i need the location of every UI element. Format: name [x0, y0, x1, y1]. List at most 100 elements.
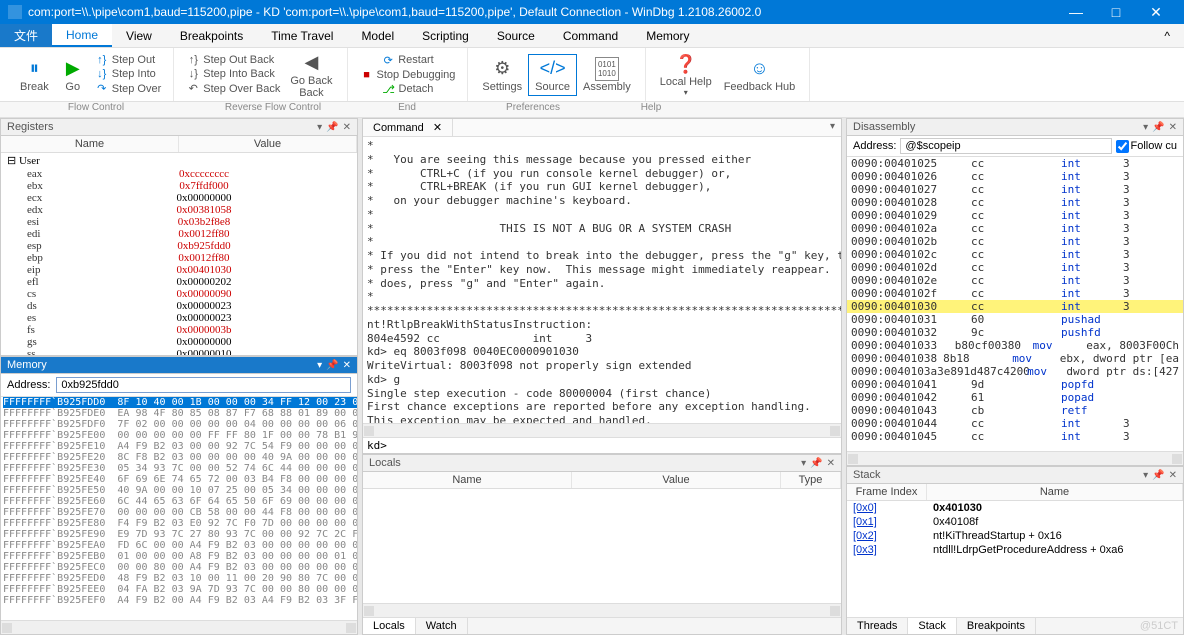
stack-row[interactable]: [0x3]ntdll!LdrpGetProcedureAddress + 0xa…: [847, 543, 1183, 557]
maximize-button[interactable]: □: [1096, 4, 1136, 20]
assembly-button[interactable]: 01011010Assembly: [577, 55, 637, 95]
pane-close-icon[interactable]: ✕: [827, 458, 835, 469]
register-row[interactable]: ss0x00000010: [1, 348, 357, 355]
menu-timetravel[interactable]: Time Travel: [257, 24, 347, 47]
pane-close-icon[interactable]: ✕: [343, 360, 351, 371]
command-output[interactable]: * * You are seeing this message because …: [363, 137, 841, 423]
disasm-row[interactable]: 0090:0040102cccint3: [847, 248, 1183, 261]
pane-dropdown-icon[interactable]: ▾: [1143, 122, 1148, 133]
stack-row[interactable]: [0x0]0x401030: [847, 501, 1183, 515]
disasm-row[interactable]: 0090:0040103160pushad: [847, 313, 1183, 326]
step-into-back-button[interactable]: ↓}Step Into Back: [184, 67, 282, 81]
memory-row[interactable]: FFFFFFFF`B925FE70 00 00 00 00 CB 58 00 0…: [3, 507, 355, 518]
pane-pin-icon[interactable]: 📌: [1152, 122, 1164, 133]
pane-dropdown-icon[interactable]: ▾: [317, 360, 322, 371]
tab-watch[interactable]: Watch: [416, 618, 468, 634]
command-tab[interactable]: Command ✕: [363, 119, 453, 136]
menu-memory[interactable]: Memory: [632, 24, 703, 47]
memory-row[interactable]: FFFFFFFF`B925FEB0 01 00 00 00 A8 F9 B2 0…: [3, 551, 355, 562]
stack-col-frame[interactable]: Frame Index: [847, 484, 927, 500]
disasm-row[interactable]: 0090:00401044ccint3: [847, 417, 1183, 430]
feedback-button[interactable]: ☺Feedback Hub: [718, 55, 802, 95]
disasm-row[interactable]: 0090:0040103a3e891d487c4200movdword ptr …: [847, 365, 1183, 378]
locals-col-type[interactable]: Type: [781, 472, 841, 488]
register-row[interactable]: efl0x00000202: [1, 276, 357, 288]
memory-row[interactable]: FFFFFFFF`B925FE60 6C 44 65 63 6F 64 65 5…: [3, 496, 355, 507]
memory-row[interactable]: FFFFFFFF`B925FED0 48 F9 B2 03 10 00 11 0…: [3, 573, 355, 584]
pane-pin-icon[interactable]: 📌: [1152, 470, 1164, 481]
menu-model[interactable]: Model: [347, 24, 408, 47]
disasm-row[interactable]: 0090:00401043cbretf: [847, 404, 1183, 417]
command-input[interactable]: [394, 439, 838, 452]
memory-row[interactable]: FFFFFFFF`B925FE90 E9 7D 93 7C 27 80 93 7…: [3, 529, 355, 540]
menu-command[interactable]: Command: [549, 24, 632, 47]
disasm-row[interactable]: 0090:00401028ccint3: [847, 196, 1183, 209]
break-button[interactable]: ⏸Break: [14, 55, 55, 95]
disasm-row[interactable]: 0090:0040104261popad: [847, 391, 1183, 404]
stop-debugging-button[interactable]: ■Stop Debugging: [358, 68, 458, 82]
close-button[interactable]: ✕: [1136, 4, 1176, 21]
memory-addr-input[interactable]: [56, 377, 351, 393]
register-row[interactable]: eax0xcccccccc: [1, 168, 357, 180]
stack-row[interactable]: [0x1]0x40108f: [847, 515, 1183, 529]
reg-col-value[interactable]: Value: [179, 136, 357, 152]
menu-source[interactable]: Source: [483, 24, 549, 47]
go-back-button[interactable]: ◀Go BackBack: [284, 49, 338, 101]
disasm-row[interactable]: 0090:00401027ccint3: [847, 183, 1183, 196]
disasm-row[interactable]: 0090:0040102bccint3: [847, 235, 1183, 248]
go-button[interactable]: ▶Go: [55, 55, 91, 95]
pane-pin-icon[interactable]: 📌: [810, 458, 822, 469]
step-over-back-button[interactable]: ↶Step Over Back: [184, 81, 282, 96]
memory-row[interactable]: FFFFFFFF`B925FDE0 EA 98 4F 80 85 08 87 F…: [3, 408, 355, 419]
memory-row[interactable]: FFFFFFFF`B925FE10 A4 F9 B2 03 00 00 92 7…: [3, 441, 355, 452]
disasm-row[interactable]: 0090:004010388b18movebx, dword ptr [ea: [847, 352, 1183, 365]
pane-close-icon[interactable]: ✕: [1169, 470, 1177, 481]
source-button[interactable]: </>Source: [528, 54, 577, 96]
register-row[interactable]: eip0x00401030: [1, 264, 357, 276]
pane-pin-icon[interactable]: 📌: [326, 122, 338, 133]
disasm-row[interactable]: 0090:00401045ccint3: [847, 430, 1183, 443]
pane-dropdown-icon[interactable]: ▾: [801, 458, 806, 469]
menu-scripting[interactable]: Scripting: [408, 24, 483, 47]
disasm-row[interactable]: 0090:00401029ccint3: [847, 209, 1183, 222]
tab-breakpoints[interactable]: Breakpoints: [957, 618, 1036, 634]
pane-dropdown-icon[interactable]: ▾: [317, 122, 322, 133]
pane-dropdown-icon[interactable]: ▾: [830, 121, 835, 132]
detach-button[interactable]: ⎇Detach: [380, 82, 436, 97]
register-row[interactable]: es0x00000023: [1, 312, 357, 324]
ribbon-collapse-icon[interactable]: ^: [1150, 24, 1184, 47]
memory-row[interactable]: FFFFFFFF`B925FEE0 04 FA B2 03 9A 7D 93 7…: [3, 584, 355, 595]
stack-row[interactable]: [0x2]nt!KiThreadStartup + 0x16: [847, 529, 1183, 543]
tab-locals[interactable]: Locals: [363, 618, 416, 634]
locals-col-name[interactable]: Name: [363, 472, 572, 488]
register-row[interactable]: ebp0x0012ff80: [1, 252, 357, 264]
tab-stack[interactable]: Stack: [908, 618, 957, 634]
memory-row[interactable]: FFFFFFFF`B925FE30 05 34 93 7C 00 00 52 7…: [3, 463, 355, 474]
register-row[interactable]: edi0x0012ff80: [1, 228, 357, 240]
reg-tree-root[interactable]: ⊟ User: [1, 153, 357, 168]
tab-threads[interactable]: Threads: [847, 618, 908, 634]
register-row[interactable]: esi0x03b2f8e8: [1, 216, 357, 228]
command-scrollbar[interactable]: [363, 423, 841, 437]
memory-row[interactable]: FFFFFFFF`B925FDF0 7F 02 00 00 00 00 00 0…: [3, 419, 355, 430]
memory-row[interactable]: FFFFFFFF`B925FEA0 FD 6C 00 00 A4 F9 B2 0…: [3, 540, 355, 551]
step-into-button[interactable]: ↓}Step Into: [93, 67, 164, 81]
register-row[interactable]: ebx0x7ffdf000: [1, 180, 357, 192]
menu-file[interactable]: 文件: [0, 24, 52, 47]
memory-row[interactable]: FFFFFFFF`B925FE20 8C F8 B2 03 00 00 00 0…: [3, 452, 355, 463]
pane-pin-icon[interactable]: 📌: [326, 360, 338, 371]
disasm-row[interactable]: 0090:00401025ccint3: [847, 157, 1183, 170]
memory-row[interactable]: FFFFFFFF`B925FEC0 00 00 80 00 A4 F9 B2 0…: [3, 562, 355, 573]
disasm-row[interactable]: 0090:0040102dccint3: [847, 261, 1183, 274]
memory-row[interactable]: FFFFFFFF`B925FDD0 8F 10 40 00 1B 00 00 0…: [3, 397, 355, 408]
disasm-row[interactable]: 0090:00401030ccint3: [847, 300, 1183, 313]
disasm-row[interactable]: 0090:0040102eccint3: [847, 274, 1183, 287]
disasm-follow-checkbox[interactable]: Follow cu: [1116, 140, 1177, 153]
register-row[interactable]: esp0xb925fdd0: [1, 240, 357, 252]
memory-scrollbar[interactable]: [1, 620, 357, 634]
memory-row[interactable]: FFFFFFFF`B925FE50 40 9A 00 00 10 07 25 0…: [3, 485, 355, 496]
register-row[interactable]: fs0x0000003b: [1, 324, 357, 336]
register-row[interactable]: edx0x00381058: [1, 204, 357, 216]
locals-col-value[interactable]: Value: [572, 472, 781, 488]
restart-button[interactable]: ⟳Restart: [379, 53, 435, 68]
